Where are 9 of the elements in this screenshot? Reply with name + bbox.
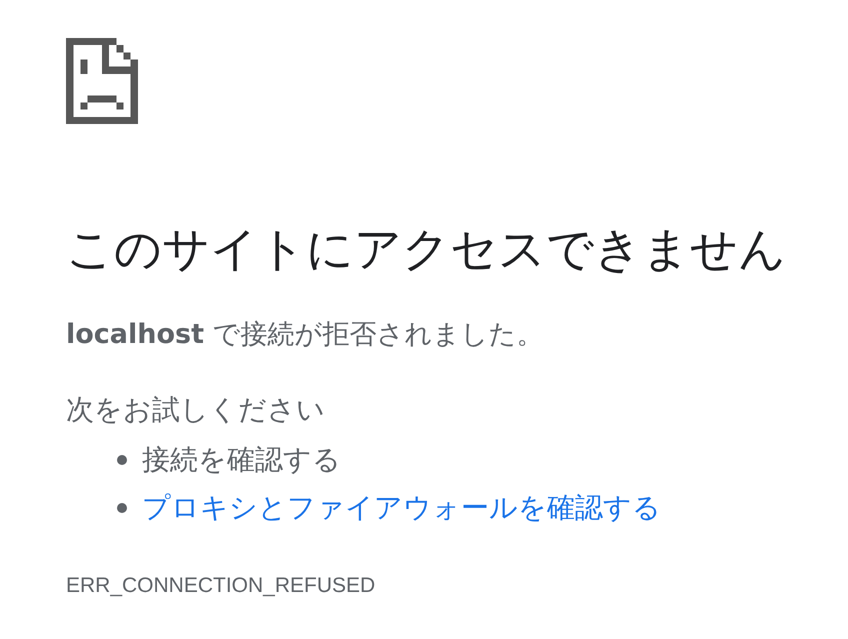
suggestion-link[interactable]: プロキシとファイアウォールを確認する bbox=[142, 488, 661, 528]
bullet-icon bbox=[117, 503, 127, 513]
error-message: localhost で接続が拒否されました。 bbox=[66, 318, 544, 352]
error-heading: このサイトにアクセスできません bbox=[66, 221, 786, 279]
error-code: ERR_CONNECTION_REFUSED bbox=[66, 573, 376, 599]
suggestions-label: 次をお試しください bbox=[66, 392, 325, 428]
sad-page-icon bbox=[66, 38, 138, 124]
bullet-icon bbox=[117, 455, 127, 465]
suggestion-text: 接続を確認する bbox=[142, 442, 341, 478]
